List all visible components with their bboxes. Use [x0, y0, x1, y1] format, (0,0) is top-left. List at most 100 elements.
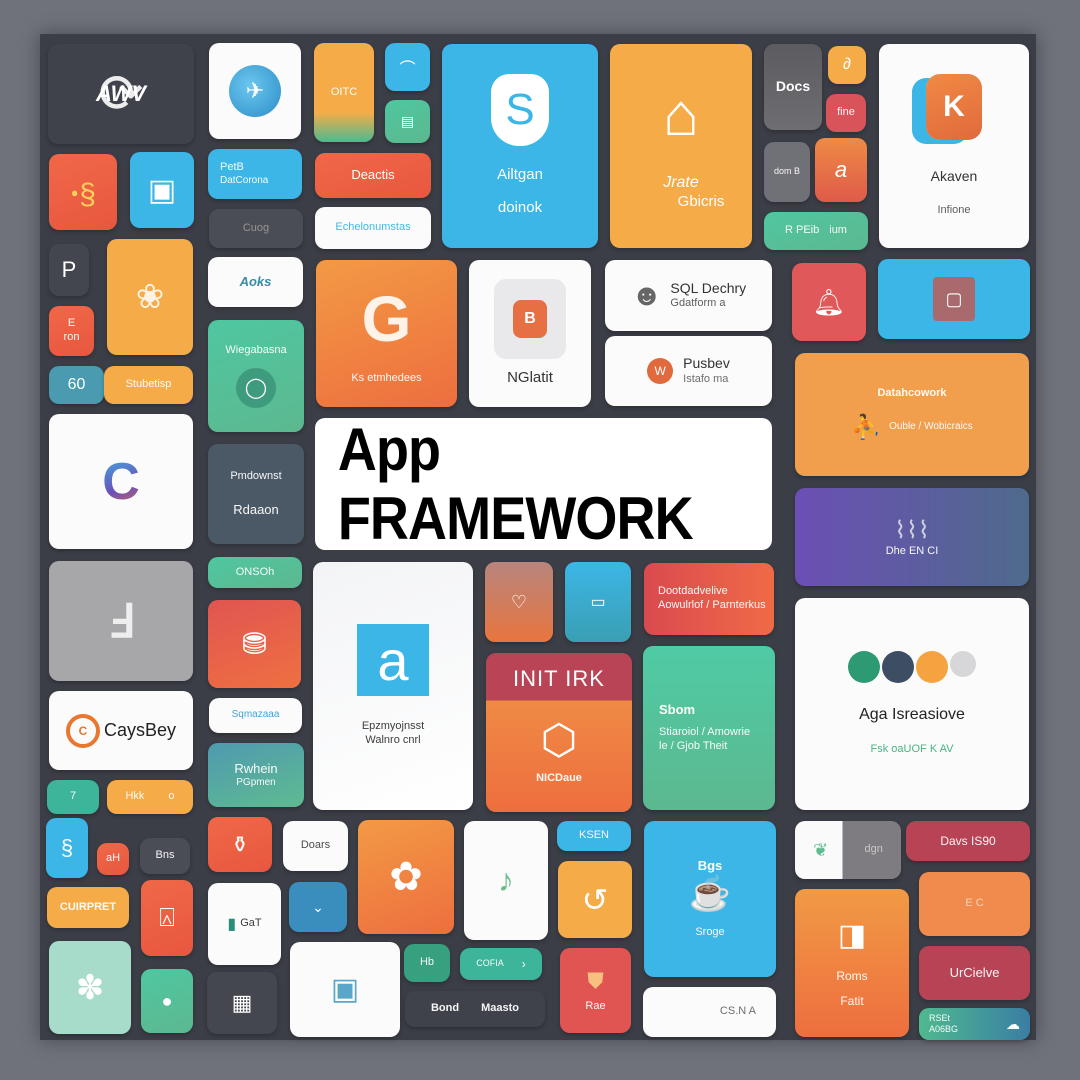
mint-flower-tile[interactable]: ✽ [49, 941, 131, 1034]
orange-datafrance-tile[interactable]: Datahcowork ⛹ Ouble / Wobicraics [795, 353, 1029, 476]
green-rpeib-tile[interactable]: R PEib ium [764, 212, 868, 250]
red-tags-tile[interactable]: ⛃ [208, 600, 301, 688]
awv-logo-tile[interactable]: ⟳ AWV [48, 44, 194, 144]
white-wide-bottom-tile[interactable]: CS.N A [643, 987, 776, 1037]
orange-roms-tile[interactable]: ◨ Roms Fatit [795, 889, 909, 1037]
flower-icon: ✽ [75, 968, 105, 1007]
datafrance-sub-label: Ouble / Wobicraics [889, 421, 973, 433]
white-link2-tile[interactable]: Sqmazaaa [209, 698, 302, 733]
white-aga-tile[interactable]: Aga Isreasiove Fsk oaUOF K AV [795, 598, 1029, 810]
yellow-flower-tile[interactable]: ❀ [107, 239, 193, 355]
jrate-tile[interactable]: ⌂ Jrate Gbicris [610, 44, 752, 248]
white-sql-tile[interactable]: ☻ SQL Dechry Gdatform a [605, 260, 772, 331]
dark-pmdownst-tile[interactable]: Pmdownst Rdaaon [208, 444, 304, 544]
white-c-logo-tile[interactable]: C [49, 414, 193, 549]
dark-p-tile[interactable]: P [49, 244, 89, 296]
white-note-tile[interactable]: ♪ [464, 821, 548, 940]
orange-deactis-tile[interactable]: Deactis [315, 153, 431, 198]
white-dashboard-tile[interactable]: ▣ [290, 942, 400, 1037]
folder-stack-icon: ▦ [231, 990, 253, 1015]
grey-l-logo-tile[interactable]: Ⅎ [49, 561, 193, 681]
orange-mascot-tile[interactable]: ꞏ§ [49, 154, 117, 230]
crimson-davs-tile[interactable]: Davs IS90 [906, 821, 1030, 861]
orange-fox-tile[interactable]: ✿ [358, 820, 454, 934]
yellow-studio-tile[interactable]: Stubetisp [104, 366, 193, 404]
sixty-label: 60 [67, 376, 86, 393]
orange-bottle-tile[interactable]: ⚱ [208, 817, 272, 872]
orange-g-big-tile[interactable]: G Ks etmhedees [316, 260, 457, 407]
pear-icon: ● [161, 990, 173, 1011]
small-grey-dom-tile[interactable]: dom B [764, 142, 810, 202]
yellow-hk-tile[interactable]: Hkk o [107, 780, 193, 814]
sbom-sub-label: Stiaroiol / Amowrie le / Gjob Theit [659, 726, 751, 753]
akaven-tile[interactable]: K Akaven Infione [879, 44, 1029, 248]
dark-bond-tile[interactable]: Bond Maasto [405, 991, 545, 1027]
yellow-cuirpt-tile[interactable]: CUIRPRET [47, 887, 129, 928]
blue-check-tile[interactable]: ⌄ [289, 882, 347, 932]
wireframe-icon: ⌇⌇⌇ [894, 516, 930, 544]
blue-big-bottom-tile[interactable]: Bgs ☕ Sroge [644, 821, 776, 977]
white-aoks-tile[interactable]: Aoks [208, 257, 303, 307]
green-onsoh-tile[interactable]: ONSOh [208, 557, 302, 588]
grey-cuog-tile[interactable]: Cuog [209, 209, 303, 248]
small-orange-a-tile[interactable]: a [815, 138, 867, 202]
white-caysbey-tile[interactable]: C CaysBey [49, 691, 193, 770]
blue-ksen-tile[interactable]: KSEN [557, 821, 631, 851]
white-a-card-tile[interactable]: a Epzmyojnsst Walnro cnrl [313, 562, 473, 810]
small-orange-link-tile[interactable]: ∂ [828, 46, 866, 84]
teal-gradient-bottom-tile[interactable]: RSEt A06BG ☁ [919, 1008, 1030, 1040]
hb-label: Hb [419, 956, 435, 969]
yellow-rotate-tile[interactable]: ↺ [558, 861, 632, 938]
small-red-fine-tile[interactable]: fine [826, 94, 866, 132]
blue-small-top-tile[interactable]: ⌒ [385, 43, 430, 91]
aga-sub-label: Fsk oaUOF K AV [870, 743, 954, 756]
red-bell-tile[interactable]: 🔔︎ [792, 263, 866, 341]
white-doars-tile[interactable]: Doars [283, 821, 348, 871]
orange-wide-right-tile[interactable]: E C [919, 872, 1030, 936]
crimson-urciewe-tile[interactable]: UrCielve [919, 946, 1030, 1000]
dark-bns-tile[interactable]: Bns [140, 838, 190, 874]
orange-e-ron-tile[interactable]: E ron [49, 306, 94, 356]
globe-app-tile[interactable]: ✈ [209, 43, 301, 139]
white-dgn-tile[interactable]: ❦ dgn [795, 821, 901, 879]
fox-icon: ✿ [389, 855, 423, 899]
ailtgan-label: Ailtgan [497, 166, 543, 184]
jrate-sub-label: Gbicris [677, 193, 725, 211]
blue-document-tile[interactable]: ▣ [130, 152, 194, 228]
teal-60-tile[interactable]: 60 [49, 366, 104, 404]
green-pear-tile[interactable]: ● [141, 969, 193, 1033]
teal-small-bottom-tile[interactable]: 7 [47, 780, 99, 814]
peib-sub-label: DatCorona [220, 174, 269, 186]
init-irk-tile[interactable]: INIT IRK ⬡ NICDaue [486, 653, 632, 812]
ailtgan-sub-label: doinok [497, 199, 543, 216]
red-pooteb-tile[interactable]: Dootdadvelive Aowulrlof / Parnterkus [644, 563, 774, 635]
orange-ah-tile[interactable]: aH [97, 843, 129, 875]
docs-dark-tile[interactable]: Docs [764, 44, 822, 130]
wide-right-label: E C [965, 897, 984, 910]
white-pusbev-tile[interactable]: W Pusbev Istafo ma [605, 336, 772, 406]
blue-scroll-tile[interactable]: § [46, 818, 88, 878]
teal-cofia-tile[interactable]: COFIA › [460, 948, 542, 980]
red-rae-tile[interactable]: ⛊ Rae [560, 948, 631, 1033]
ailtgan-tile[interactable]: S Ailtgan doinok [442, 44, 598, 248]
white-link-tile[interactable]: Echelonumstas [315, 207, 431, 249]
purple-wireframe-tile[interactable]: ⌇⌇⌇ Dhe EN CI [795, 488, 1029, 586]
blue-window-tile[interactable]: ▢ [878, 259, 1030, 339]
white-b-card-tile[interactable]: B NGlatit [469, 260, 591, 407]
aga-label: Aga Isreasiove [859, 706, 965, 724]
blue-peib-tile[interactable]: PetB DatCorona [208, 149, 302, 199]
orange-small-top-tile[interactable]: OITC [314, 43, 374, 142]
green-sbom-tile[interactable]: Sbom Stiaroiol / Amowrie le / Gjob Theit [643, 646, 775, 810]
flower-icon: ❀ [135, 278, 165, 316]
orange-frame-tile[interactable]: ⍓ [141, 880, 193, 956]
frame-icon: ⍓ [159, 902, 175, 932]
e-label: E [67, 317, 76, 330]
green-wiegab-tile[interactable]: Wiegabasna ◯ [208, 320, 304, 432]
orange-heart-tile[interactable]: ♡ [485, 562, 553, 642]
green-hb-tile[interactable]: Hb [404, 944, 450, 982]
green-rwhein-tile[interactable]: Rwhein PGpmen [208, 743, 304, 807]
white-gaff-tile[interactable]: ▮ GaT [208, 883, 281, 965]
blue-box-tile[interactable]: ▭ [565, 562, 631, 642]
dark-folder-tile[interactable]: ▦ [207, 972, 277, 1034]
green-small-top-tile[interactable]: ▤ [385, 100, 430, 143]
